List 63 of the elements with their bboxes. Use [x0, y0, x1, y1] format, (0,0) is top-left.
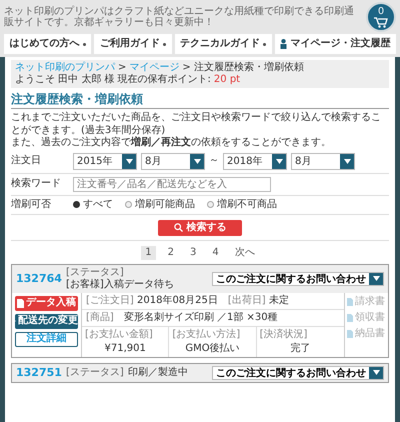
person-icon: [280, 39, 288, 49]
page-link[interactable]: 次へ: [230, 246, 259, 260]
product-name: 変形名刺サイズ印刷 ／1部 ×30種: [124, 312, 278, 324]
status-label: [ステータス]: [66, 266, 124, 278]
radio-button[interactable]: [207, 201, 214, 208]
nav-menu-item[interactable]: テクニカルガイド: [174, 34, 272, 54]
payment-value: ¥71,901: [103, 342, 147, 355]
inquiry-dropdown[interactable]: このご注文に関するお問い合わせ: [212, 366, 384, 380]
breadcrumb-separator: >: [118, 62, 126, 74]
select-dropdown[interactable]: 2015年: [73, 152, 137, 170]
dropdown-dot-icon: [263, 42, 266, 46]
radio-button[interactable]: [73, 201, 80, 208]
field-label: 注文日: [11, 155, 42, 168]
status-label: [ステータス]: [66, 366, 124, 379]
welcome-text: ようこそ 田中 太郎 様: [15, 74, 115, 86]
payment-value: GMO後払い: [184, 342, 241, 355]
info-label: [ご注文日]: [86, 294, 134, 306]
points-value: 20 pt: [214, 74, 240, 86]
order-status: 印刷／製造中: [128, 366, 188, 379]
nav-menu-item[interactable]: はじめての方へ: [4, 34, 92, 54]
radio-button[interactable]: [125, 201, 132, 208]
radio-label: 増刷可能商品: [135, 198, 195, 211]
page-link[interactable]: 1: [141, 246, 156, 260]
cart-icon: [374, 16, 388, 28]
info-label: [お支払い方法]: [172, 328, 242, 341]
inquiry-dropdown[interactable]: このご注文に関するお問い合わせ: [212, 272, 384, 286]
radio-label: すべて: [83, 198, 113, 211]
document-icon: [17, 298, 24, 308]
info-label: [出荷日]: [228, 294, 266, 306]
site-tagline: ネット印刷のプリンパはクラフト紙などユニークな用紙種で印刷できる印刷通販サイトです。京都ギャラリーも日々更新中！: [4, 6, 355, 28]
info-label: [決済状況]: [260, 328, 308, 341]
order-status: [お客様]入稿データ待ち: [66, 278, 174, 291]
cart-button[interactable]: 0: [366, 2, 396, 32]
search-button[interactable]: 検索する: [158, 220, 242, 236]
info-label: [商品]: [86, 312, 114, 324]
page-link[interactable]: 2: [164, 246, 178, 260]
breadcrumb-current: 注文履歴検索・増刷依頼: [194, 62, 304, 74]
nav-menu-item[interactable]: ご利用ガイド: [94, 34, 172, 54]
range-separator: ～: [209, 155, 219, 168]
order-date: 2018年08月25日: [137, 294, 218, 306]
dropdown-dot-icon: [82, 42, 86, 46]
description-text: また、過去のご注文内容で増刷／再注文の依頼をすることができます。: [11, 137, 332, 150]
keyword-input-field[interactable]: 注文番号／品名／配送先などを入: [73, 176, 271, 192]
breadcrumb-separator: >: [182, 62, 191, 74]
info-label: [お支払い金額]: [85, 328, 154, 341]
nav-menu-item[interactable]: マイページ・注文履歴: [274, 34, 396, 54]
search-icon: [174, 223, 182, 232]
page-title: 注文履歴検索・増刷依頼: [11, 92, 389, 110]
field-label: 増刷可否: [11, 198, 52, 211]
dropdown-dot-icon: [162, 42, 166, 46]
description-text: これまでご注文いただいた商品を、ご注文日や検索ワードで絞り込んで検索することができます。(過去3年間分保存): [11, 112, 382, 136]
order-action-button[interactable]: 配送先の変更: [15, 314, 78, 329]
field-label: 検索ワード: [11, 178, 62, 190]
page-link[interactable]: 4: [208, 246, 223, 260]
order-action-button[interactable]: データ入稿: [15, 296, 78, 311]
select-dropdown[interactable]: 8月: [141, 152, 205, 170]
points-label: 現在の保有ポイント:: [118, 74, 211, 86]
select-dropdown[interactable]: 8月: [291, 152, 355, 170]
payment-value: 完了: [289, 342, 312, 355]
radio-label: 増刷不可商品: [217, 198, 277, 211]
ship-date: 未定: [268, 294, 289, 306]
page-link[interactable]: 3: [186, 246, 200, 260]
select-dropdown[interactable]: 2018年: [223, 152, 287, 170]
